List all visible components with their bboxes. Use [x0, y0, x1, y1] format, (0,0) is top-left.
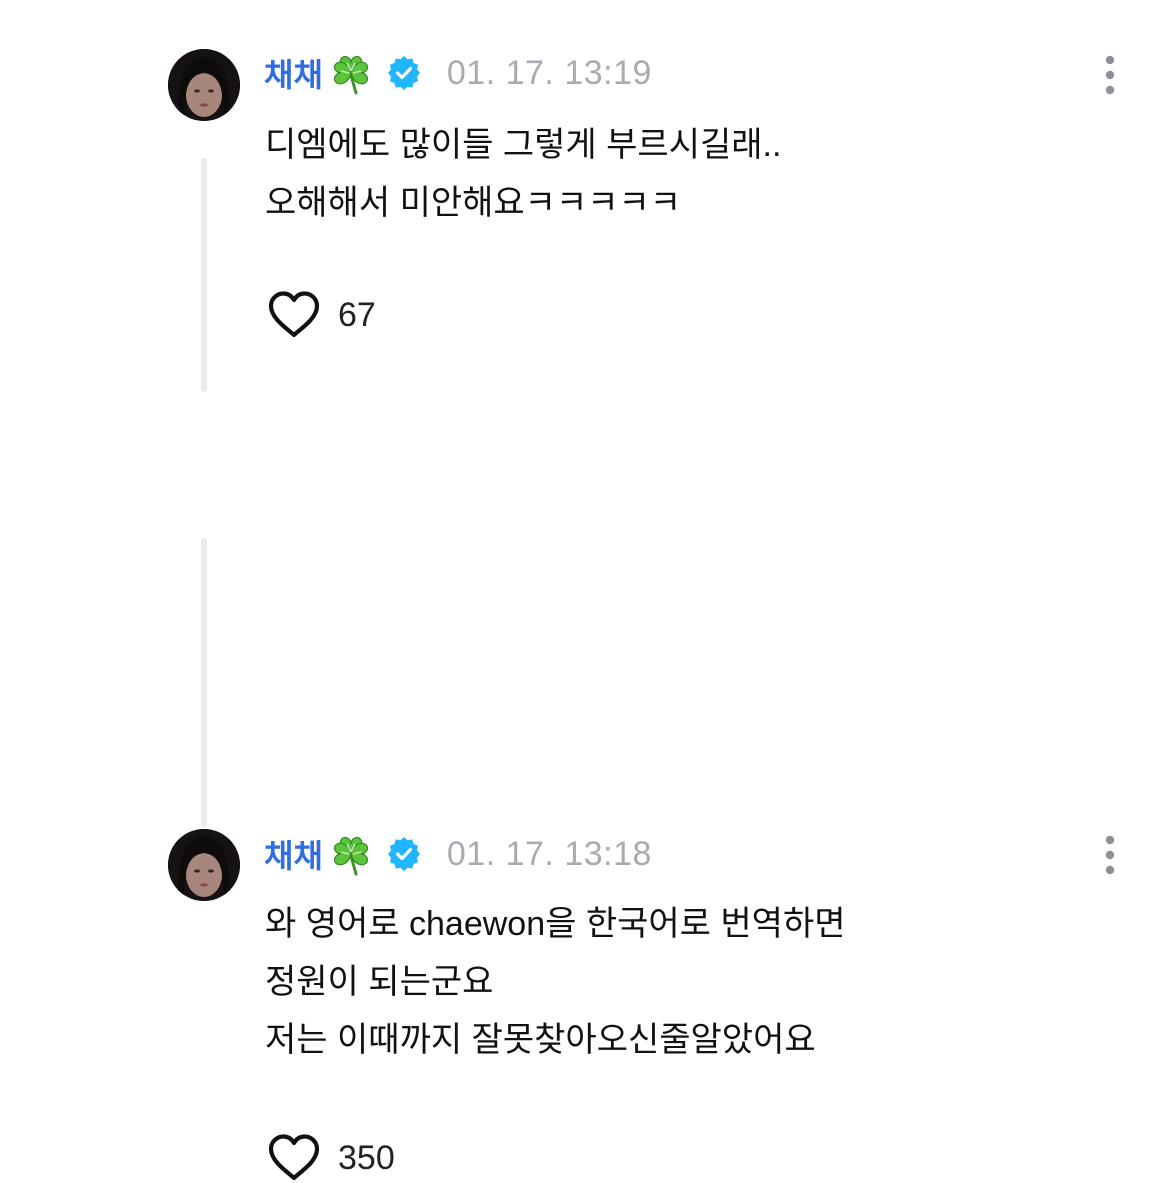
comment-header: 채채 01. 17. 13:19 [264, 48, 652, 98]
username-link[interactable]: 채채 [264, 831, 323, 877]
comment-body: 와 영어로 chaewon을 한국어로 번역하면 정원이 되는군요 저는 이때까… [265, 895, 846, 1069]
comment-item: 채채 01. 17. 13:19 디엠에도 많이들 그렇게 부르시길래.. 오해… [0, 0, 1170, 400]
comment-text-line: 오해해서 미안해요ㅋㅋㅋㅋㅋ [265, 184, 682, 222]
like-section: 350 [267, 1133, 395, 1183]
comment-body: 디엠에도 많이들 그렇게 부르시길래.. 오해해서 미안해요ㅋㅋㅋㅋㅋ [265, 116, 781, 232]
avatar[interactable] [168, 49, 240, 121]
comment-text-line: 디엠에도 많이들 그렇게 부르시길래.. [265, 126, 782, 164]
more-options-icon[interactable] [1098, 53, 1122, 97]
heart-icon[interactable] [267, 290, 321, 340]
avatar-photo [168, 829, 240, 901]
comment-timestamp: 01. 17. 13:18 [446, 834, 652, 873]
verified-badge-icon [387, 56, 420, 90]
comment-text-line: 와 영어로 chaewon을 한국어로 번역하면 [265, 905, 846, 943]
four-leaf-clover-icon [333, 836, 368, 876]
like-count: 350 [338, 1138, 395, 1177]
comment-text-line: 정원이 되는군요 [265, 963, 494, 1001]
comment-timestamp: 01. 17. 13:19 [446, 53, 652, 92]
heart-icon[interactable] [267, 1133, 321, 1183]
verified-badge-icon [387, 837, 420, 871]
reply-thread-line [201, 538, 207, 828]
like-section: 67 [267, 290, 376, 340]
four-leaf-clover-icon [333, 55, 368, 95]
avatar-photo [168, 49, 240, 121]
username-link[interactable]: 채채 [264, 50, 323, 96]
reply-thread-line [201, 158, 207, 392]
avatar[interactable] [168, 829, 240, 901]
comment-header: 채채 01. 17. 13:18 [264, 829, 652, 879]
more-options-icon[interactable] [1098, 833, 1122, 877]
like-count: 67 [338, 295, 376, 334]
comment-item: 채채 01. 17. 13:18 와 영어로 chaewon을 한국어로 번역하… [0, 400, 1170, 1181]
comment-text-line: 저는 이때까지 잘못찾아오신줄알았어요 [265, 1021, 816, 1059]
